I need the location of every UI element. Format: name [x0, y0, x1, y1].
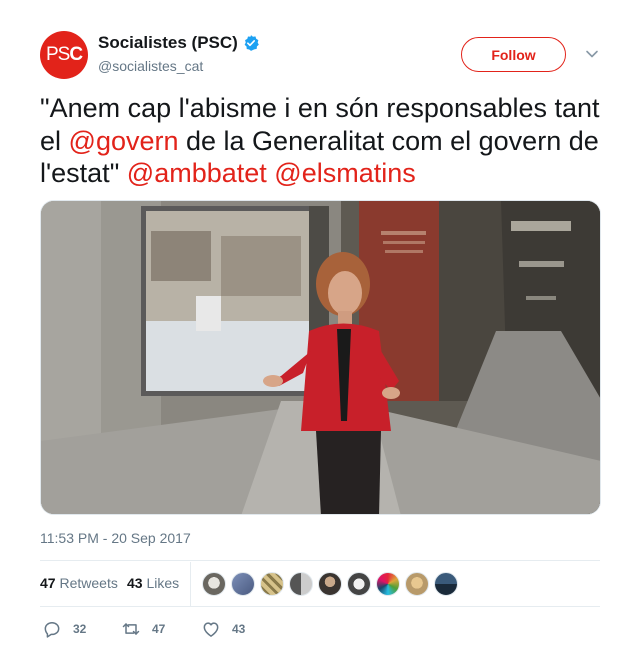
tweet-timestamp[interactable]: 11:53 PM - 20 Sep 2017 [40, 530, 191, 546]
tweet-header: PS C Socialistes (PSC) @socialistes_cat F… [40, 31, 602, 79]
avatar-text-light: PS [45, 44, 70, 65]
retweet-count: 47 [152, 622, 166, 636]
reply-button[interactable]: 32 [42, 619, 86, 639]
like-count: 43 [232, 622, 246, 636]
follow-button[interactable]: Follow [461, 37, 566, 72]
retweets-label: Retweets [59, 575, 118, 591]
reply-count: 32 [73, 622, 87, 636]
reply-icon [44, 622, 60, 638]
tweet-stats: 47 Retweets 43 Likes [40, 562, 600, 606]
likers-avatars [202, 572, 463, 596]
liker-avatar[interactable] [202, 572, 226, 596]
tweet-actions: 32 47 43 [40, 617, 600, 641]
divider [40, 606, 600, 607]
display-name[interactable]: Socialistes (PSC) [98, 33, 238, 53]
liker-avatar[interactable] [231, 572, 255, 596]
likes-label: Likes [146, 575, 180, 591]
chevron-down-icon[interactable] [585, 47, 599, 61]
tweet-text: "Anem cap l'abisme i en són responsables… [40, 92, 600, 190]
mention-govern[interactable]: @govern [69, 126, 179, 156]
retweets-count: 47 [40, 575, 56, 591]
handle[interactable]: @socialistes_cat [98, 58, 203, 74]
liker-avatar[interactable] [260, 572, 284, 596]
liker-avatar[interactable] [405, 572, 429, 596]
likes-stat[interactable]: 43 Likes [127, 575, 179, 591]
stats-separator [190, 562, 191, 606]
name-row: Socialistes (PSC) [98, 33, 260, 53]
liker-avatar[interactable] [318, 572, 342, 596]
liker-avatar[interactable] [347, 572, 371, 596]
likes-count: 43 [127, 575, 143, 591]
photo-woman-in-parliament-corridor [41, 201, 600, 514]
mention-elsmatins[interactable]: @elsmatins [274, 158, 415, 188]
liker-avatar[interactable] [289, 572, 313, 596]
avatar-text-bold: C [69, 44, 83, 65]
heart-icon [203, 622, 219, 637]
tweet-photo[interactable] [40, 200, 601, 515]
retweets-stat[interactable]: 47 Retweets [40, 575, 118, 591]
avatar[interactable]: PS C [40, 31, 88, 79]
verified-badge-icon [244, 35, 259, 51]
mention-ambbatet[interactable]: @ambbatet [127, 158, 267, 188]
liker-avatar[interactable] [434, 572, 458, 596]
divider [40, 560, 600, 561]
retweet-icon [122, 623, 140, 635]
like-button[interactable]: 43 [201, 619, 245, 639]
retweet-button[interactable]: 47 [121, 619, 165, 639]
liker-avatar[interactable] [376, 572, 400, 596]
